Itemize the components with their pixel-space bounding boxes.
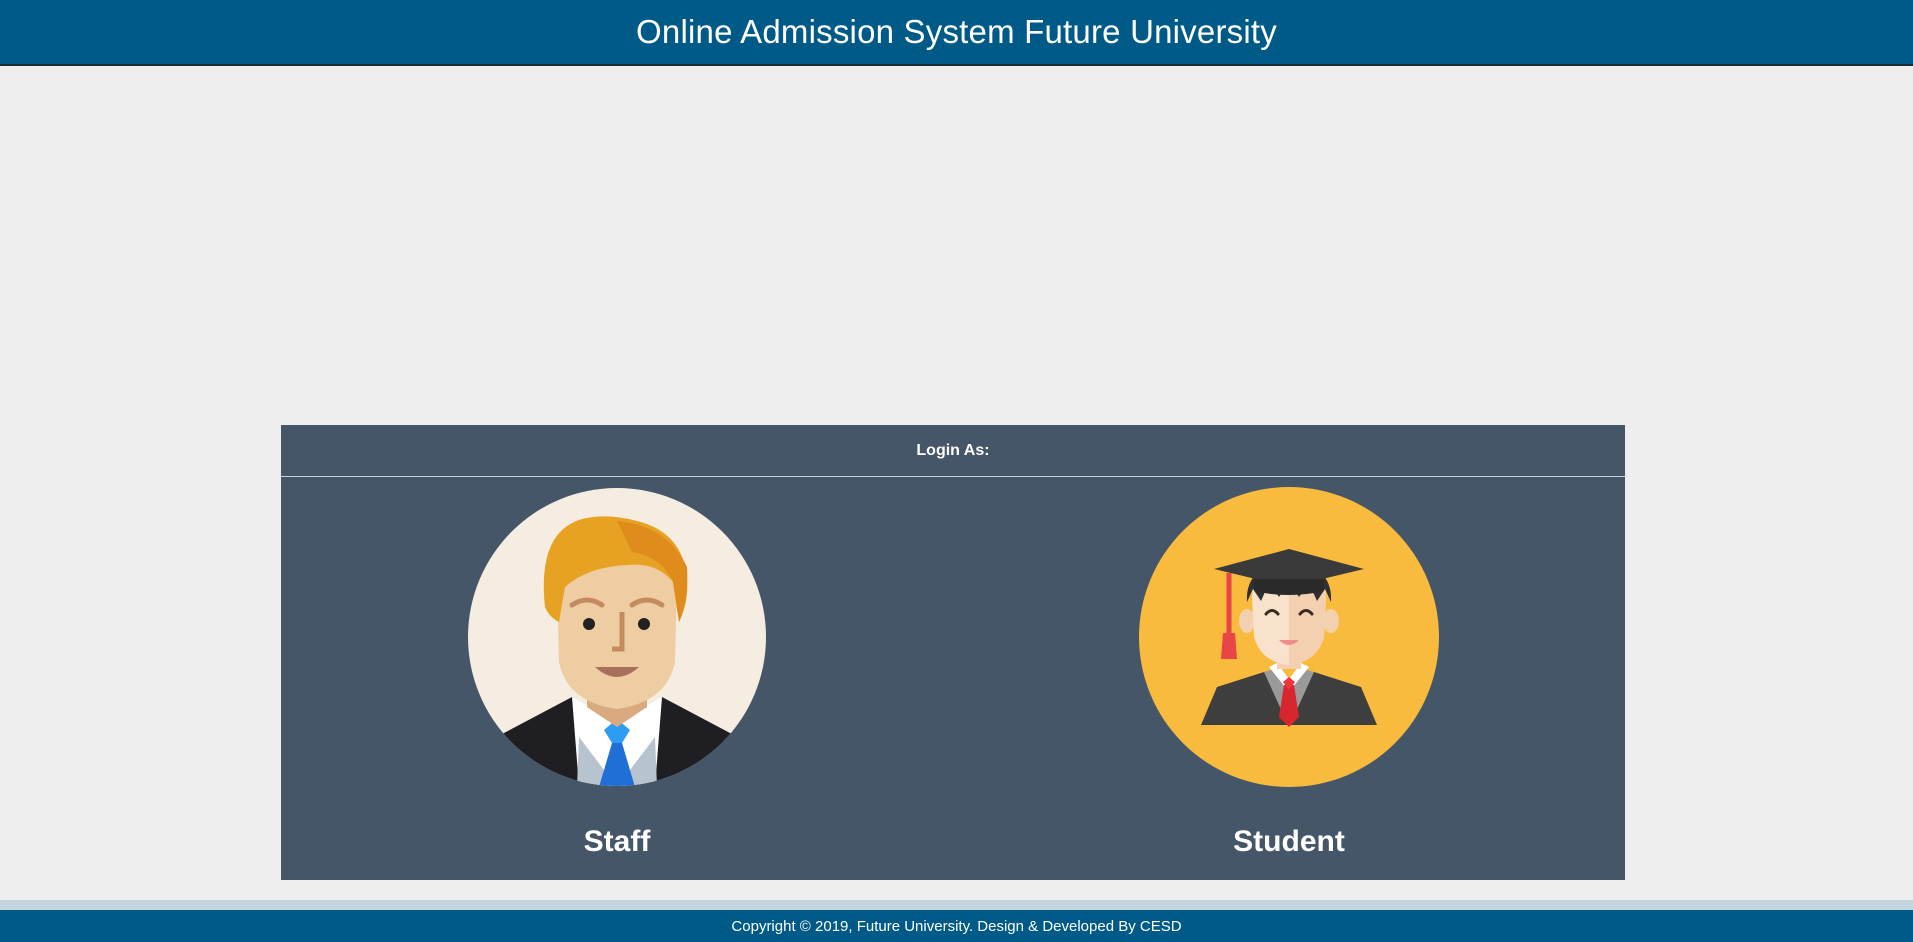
site-header: Online Admission System Future Universit…	[0, 0, 1913, 66]
login-heading: Login As:	[281, 425, 1625, 477]
student-login-option[interactable]: Student	[1139, 487, 1439, 859]
staff-label[interactable]: Staff	[467, 825, 767, 859]
login-panel: Login As: Staff Student	[281, 425, 1625, 880]
student-label[interactable]: Student	[1139, 825, 1439, 859]
student-graduate-avatar-icon[interactable]	[1139, 487, 1439, 787]
staff-login-option[interactable]: Staff	[467, 487, 767, 859]
footer-divider	[0, 900, 1913, 910]
site-title: Online Admission System Future Universit…	[636, 13, 1277, 50]
copyright-text: Copyright © 2019, Future University. Des…	[731, 917, 1182, 935]
staff-avatar-icon[interactable]	[467, 487, 767, 787]
site-footer: Copyright © 2019, Future University. Des…	[0, 910, 1913, 942]
